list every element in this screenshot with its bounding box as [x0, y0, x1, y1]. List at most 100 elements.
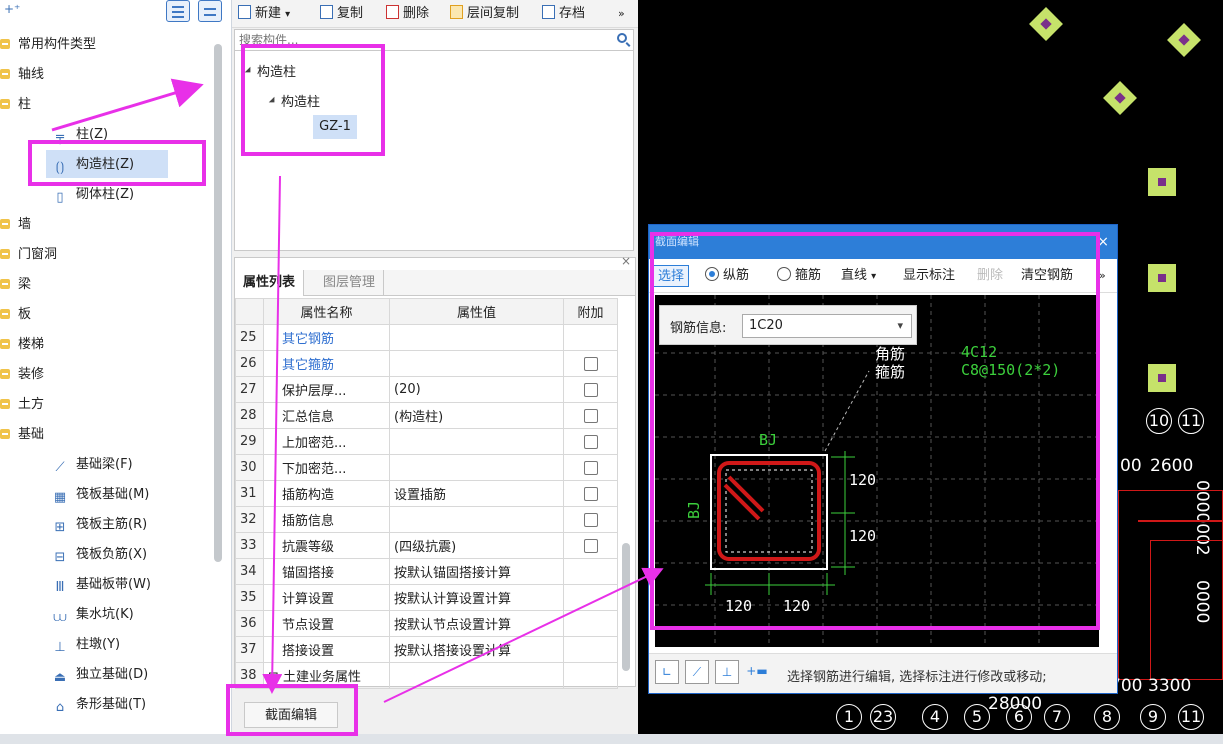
column-marker-icon[interactable] — [1029, 7, 1063, 41]
tree-item-openings[interactable]: 门窗洞 — [0, 240, 57, 270]
search-icon[interactable] — [617, 33, 627, 43]
perpendicular-icon[interactable]: ⊥ — [715, 660, 739, 684]
list-view-icon[interactable] — [166, 0, 190, 22]
copy-button[interactable]: 复制 — [320, 3, 363, 25]
tree-item-sump[interactable]: ⩊ 集水坑(K) — [52, 600, 133, 630]
search-input[interactable] — [235, 30, 633, 50]
tree-item-slab-strip[interactable]: Ⅲ 基础板带(W) — [52, 570, 151, 600]
component-group[interactable]: 构造柱 — [244, 61, 296, 80]
row-value[interactable] — [389, 428, 564, 455]
row-value[interactable] — [389, 350, 564, 377]
add-annotation-icon[interactable]: +▬ — [745, 660, 769, 684]
section-edit-button[interactable]: 截面编辑 — [244, 702, 338, 728]
clear-rebar-button[interactable]: 清空钢筋 — [1021, 265, 1073, 287]
tree-item-decoration[interactable]: 装修 — [0, 360, 44, 390]
tree-item-common[interactable]: 常用构件类型 — [0, 30, 96, 60]
table-row[interactable]: 35 计算设置 按默认计算设置计算 — [235, 584, 618, 611]
dialog-title-bar[interactable]: 截面编辑 × — [649, 225, 1117, 259]
tree-item-stairs[interactable]: 楼梯 — [0, 330, 44, 360]
tree-item-raft-neg-rebar[interactable]: ⊟ 筏板负筋(X) — [52, 540, 148, 570]
row-value[interactable] — [389, 662, 564, 689]
archive-button[interactable]: 存档 — [542, 3, 585, 25]
tree-item-isolated-footing[interactable]: ⏏ 独立基础(D) — [52, 660, 148, 690]
snap-line-icon[interactable]: ⟋ — [685, 660, 709, 684]
extra-checkbox[interactable] — [583, 486, 598, 501]
table-row[interactable]: 30 下加密范... — [235, 454, 618, 481]
column-marker-icon[interactable] — [1167, 23, 1201, 57]
rebar-info-select[interactable]: 1C20 — [742, 314, 912, 338]
row-value[interactable] — [389, 324, 564, 351]
section-canvas[interactable]: 钢筋信息: 1C20 ▾ 角筋 箍筋 4C12 C8@150(2*2) BJ B… — [655, 295, 1099, 647]
tree-item-raft-main-rebar[interactable]: ⊞ 筏板主筋(R) — [52, 510, 148, 540]
tree-scrollbar[interactable] — [214, 44, 222, 562]
orthogonal-icon[interactable]: ∟ — [655, 660, 679, 684]
bj-left-label[interactable]: BJ — [685, 501, 703, 519]
tree-item-masonry-column[interactable]: ▯ 砌体柱(Z) — [52, 180, 134, 210]
table-row[interactable]: 32 插筋信息 — [235, 506, 618, 533]
extra-checkbox[interactable] — [583, 434, 598, 449]
expand-plus-icon[interactable]: ⊞ — [268, 670, 283, 685]
tree-item-foundation[interactable]: 基础 — [0, 420, 44, 450]
expand-icon[interactable] — [0, 249, 10, 259]
expand-icon[interactable] — [0, 369, 10, 379]
table-row[interactable]: 25 其它钢筋 — [235, 324, 618, 351]
tree-item-pier[interactable]: ⊥ 柱墩(Y) — [52, 630, 120, 660]
tree-item-earthwork[interactable]: 土方 — [0, 390, 44, 420]
new-button[interactable]: 新建 ▾ — [238, 3, 290, 25]
column-marker-icon[interactable] — [1148, 264, 1176, 292]
extra-checkbox[interactable] — [583, 512, 598, 527]
collapse-triangle-icon[interactable] — [244, 66, 254, 76]
table-row[interactable]: 26 其它箍筋 — [235, 350, 618, 377]
row-value[interactable]: 设置插筋 — [389, 480, 564, 507]
expand-icon[interactable] — [0, 309, 10, 319]
grid-view-icon[interactable] — [198, 0, 222, 22]
search-box[interactable] — [234, 29, 634, 51]
table-row[interactable]: 29 上加密范... — [235, 428, 618, 455]
table-row[interactable]: 33 抗震等级 (四级抗震) — [235, 532, 618, 559]
column-marker-icon[interactable] — [1148, 364, 1176, 392]
column-marker-icon[interactable] — [1148, 168, 1176, 196]
expand-icon[interactable] — [0, 69, 10, 79]
expand-icon[interactable] — [0, 39, 10, 49]
row-value[interactable]: 按默认节点设置计算 — [389, 610, 564, 637]
bj-top-label[interactable]: BJ — [759, 431, 777, 449]
stirrup-radio[interactable]: 箍筋 — [777, 265, 821, 287]
row-value[interactable] — [389, 454, 564, 481]
row-value[interactable]: 按默认计算设置计算 — [389, 584, 564, 611]
tree-item-column[interactable]: 柱 — [0, 90, 31, 120]
dim-right-1[interactable]: 120 — [849, 471, 876, 489]
row-value[interactable]: (四级抗震) — [389, 532, 564, 559]
floor-copy-button[interactable]: 层间复制 — [450, 3, 519, 25]
table-row[interactable]: 27 保护层厚... (20) — [235, 376, 618, 403]
show-annotation-button[interactable]: 显示标注 — [903, 265, 955, 287]
delete-button[interactable]: 删除 — [977, 265, 1003, 287]
expand-icon[interactable] — [0, 399, 10, 409]
delete-button[interactable]: 删除 — [386, 3, 429, 25]
tab-layer-management[interactable]: 图层管理 — [315, 270, 385, 296]
extra-checkbox[interactable] — [583, 460, 598, 475]
expand-icon[interactable] — [0, 339, 10, 349]
table-row[interactable]: 28 汇总信息 (构造柱) — [235, 402, 618, 429]
dropdown-icon[interactable]: ▾ — [285, 9, 290, 20]
expand-icon[interactable] — [0, 279, 10, 289]
property-scrollbar[interactable] — [622, 543, 630, 671]
column-marker-icon[interactable] — [1103, 81, 1137, 115]
row-value[interactable]: 按默认搭接设置计算 — [389, 636, 564, 663]
tab-property-list[interactable]: 属性列表 — [235, 270, 305, 296]
longitudinal-radio[interactable]: 纵筋 — [705, 265, 749, 287]
extra-checkbox[interactable] — [583, 538, 598, 553]
dim-bottom-1[interactable]: 120 — [725, 597, 752, 615]
row-name[interactable]: ⊞ 土建业务属性 — [263, 662, 390, 689]
extra-checkbox[interactable] — [583, 408, 598, 423]
tree-item-slab[interactable]: 板 — [0, 300, 31, 330]
line-dropdown[interactable]: 直线 ▾ — [841, 265, 876, 287]
tree-item-strip-footing[interactable]: ⌂ 条形基础(T) — [52, 690, 146, 720]
table-row[interactable]: 38 ⊞ 土建业务属性 — [235, 662, 618, 689]
tree-item-axis[interactable]: 轴线 — [0, 60, 44, 90]
close-icon[interactable]: × — [621, 254, 631, 268]
corner-rebar-value[interactable]: 4C12 — [961, 343, 997, 361]
component-subgroup[interactable]: 构造柱 — [268, 91, 320, 110]
table-row[interactable]: 37 搭接设置 按默认搭接设置计算 — [235, 636, 618, 663]
tree-item-construction-column[interactable]: ⟮⟯ 构造柱(Z) — [52, 150, 134, 180]
tree-item-foundation-beam[interactable]: ⟋ 基础梁(F) — [52, 450, 132, 480]
